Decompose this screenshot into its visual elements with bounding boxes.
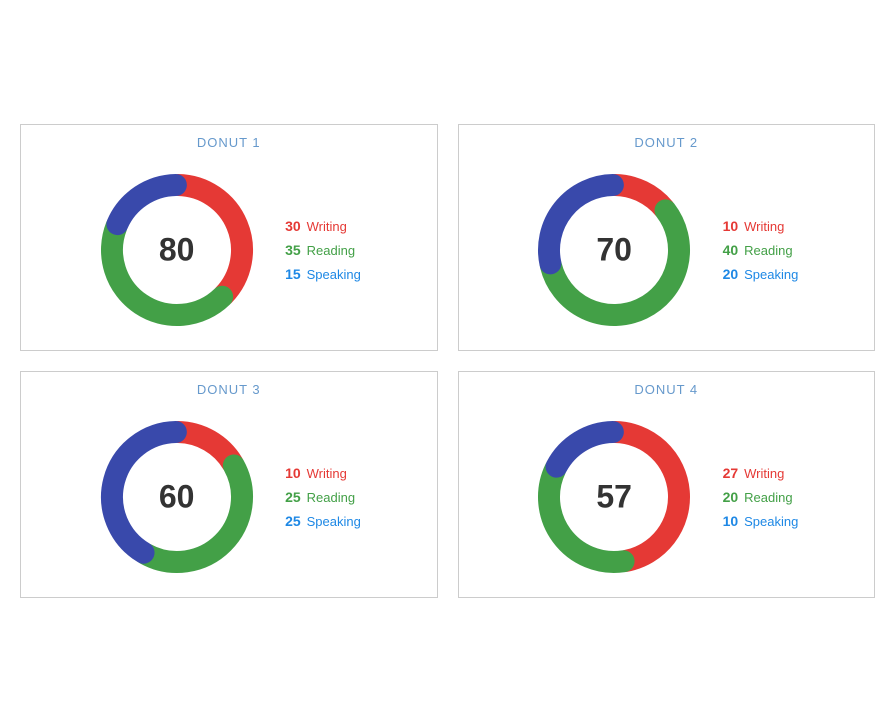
legend-item: 25 Reading	[277, 489, 361, 505]
legend-value: 10	[277, 465, 301, 481]
legend-label: Reading	[744, 490, 792, 505]
legend-item: 27 Writing	[714, 465, 798, 481]
donut-center-value-2: 70	[596, 232, 632, 269]
legend-item: 20 Speaking	[714, 266, 798, 282]
legend-value: 30	[277, 218, 301, 234]
legend-value: 27	[714, 465, 738, 481]
donut-body-1: 80 30 Writing 35 Reading 15 Speaking	[31, 160, 427, 340]
donut-title-3: DONUT 3	[197, 382, 261, 397]
donut-legend-3: 10 Writing 25 Reading 25 Speaking	[277, 465, 361, 529]
legend-value: 25	[277, 513, 301, 529]
legend-label: Speaking	[744, 514, 798, 529]
legend-value: 20	[714, 266, 738, 282]
legend-label: Writing	[744, 466, 784, 481]
donut-center-value-3: 60	[159, 479, 195, 516]
legend-label: Speaking	[307, 514, 361, 529]
donut-legend-2: 10 Writing 40 Reading 20 Speaking	[714, 218, 798, 282]
legend-item: 10 Writing	[714, 218, 798, 234]
legend-value: 25	[277, 489, 301, 505]
legend-item: 25 Speaking	[277, 513, 361, 529]
donut-title-2: DONUT 2	[634, 135, 698, 150]
legend-label: Speaking	[307, 267, 361, 282]
legend-label: Reading	[307, 490, 355, 505]
donut-body-3: 60 10 Writing 25 Reading 25 Speaking	[31, 407, 427, 587]
legend-value: 20	[714, 489, 738, 505]
donut-center-value-4: 57	[596, 479, 632, 516]
donut-grid: DONUT 18030Writing35Reading15SpeakingDON…	[0, 104, 895, 618]
donut-chart-4: 57	[534, 417, 694, 577]
legend-label: Reading	[744, 243, 792, 258]
donut-card-3: DONUT 3 60 10 Writing 25 Reading 25 Speaking	[20, 371, 438, 598]
donut-title-1: DONUT 1	[197, 135, 261, 150]
legend-label: Writing	[307, 219, 347, 234]
legend-label: Speaking	[744, 267, 798, 282]
legend-value: 40	[714, 242, 738, 258]
legend-value: 35	[277, 242, 301, 258]
donut-chart-3: 60	[97, 417, 257, 577]
donut-card-2: DONUT 2 70 10 Writing 40 Reading 20 Speaking	[458, 124, 876, 351]
legend-label: Reading	[307, 243, 355, 258]
donut-body-2: 70 10 Writing 40 Reading 20 Speaking	[469, 160, 865, 340]
donut-title-4: DONUT 4	[634, 382, 698, 397]
legend-value: 10	[714, 218, 738, 234]
donut-center-value-1: 80	[159, 232, 195, 269]
donut-legend-4: 27 Writing 20 Reading 10 Speaking	[714, 465, 798, 529]
legend-item: 35 Reading	[277, 242, 361, 258]
donut-chart-1: 80	[97, 170, 257, 330]
donut-body-4: 57 27 Writing 20 Reading 10 Speaking	[469, 407, 865, 587]
legend-label: Writing	[744, 219, 784, 234]
legend-item: 30 Writing	[277, 218, 361, 234]
legend-item: 40 Reading	[714, 242, 798, 258]
legend-item: 15 Speaking	[277, 266, 361, 282]
legend-value: 10	[714, 513, 738, 529]
legend-item: 10 Speaking	[714, 513, 798, 529]
legend-value: 15	[277, 266, 301, 282]
donut-chart-2: 70	[534, 170, 694, 330]
donut-card-4: DONUT 4 57 27 Writing 20 Reading 10 Speaking	[458, 371, 876, 598]
legend-item: 10 Writing	[277, 465, 361, 481]
donut-legend-1: 30 Writing 35 Reading 15 Speaking	[277, 218, 361, 282]
donut-card-1: DONUT 1 80 30 Writing 35 Reading 15 Speaking	[20, 124, 438, 351]
legend-item: 20 Reading	[714, 489, 798, 505]
legend-label: Writing	[307, 466, 347, 481]
